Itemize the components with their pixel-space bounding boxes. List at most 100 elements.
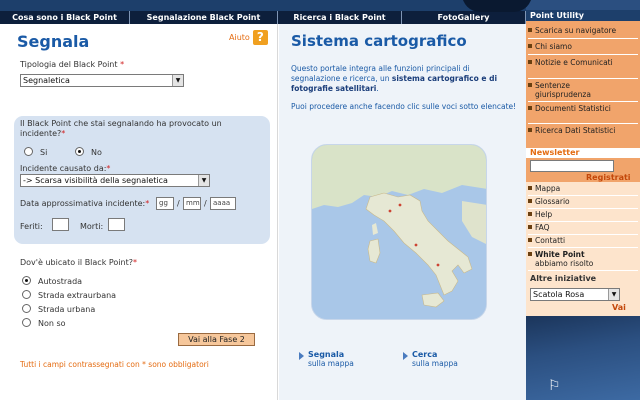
- sidebar-item-label[interactable]: Scarica su navigatore: [535, 26, 616, 35]
- nav-item-fotogallery[interactable]: FotoGallery: [402, 11, 526, 24]
- white-point-title[interactable]: White Point: [535, 250, 585, 259]
- incidente-question: Il Black Point che stai segnalando ha pr…: [20, 119, 222, 138]
- next-phase-button[interactable]: Vai alla Fase 2: [178, 333, 255, 346]
- ubicato-label: Dov'è ubicato il Black Point?: [20, 258, 133, 267]
- bullet-icon: [528, 252, 532, 256]
- date-separator: /: [204, 199, 207, 208]
- tipologia-label: Tipologia del Black Point: [20, 60, 118, 69]
- divider: [528, 101, 638, 102]
- sidebar-item-mappa[interactable]: Mappa: [526, 184, 640, 193]
- sidebar-item-label[interactable]: Notizie e Comunicati: [535, 58, 613, 67]
- altre-select-value: Scatola Rosa: [533, 290, 585, 299]
- divider: [528, 123, 638, 124]
- sidebar-item-help[interactable]: Help: [526, 210, 640, 219]
- person-icon: ⚐: [548, 378, 561, 394]
- link-segnala-title[interactable]: Segnala: [308, 350, 354, 359]
- bullet-icon: [528, 186, 532, 190]
- causa-label-wrap: Incidente causato da:*: [20, 164, 110, 173]
- feriti-label: Feriti:: [20, 222, 43, 231]
- bullet-icon: [528, 60, 532, 64]
- link-cerca-title[interactable]: Cerca: [412, 350, 458, 359]
- causa-value: -> Scarsa visibilità della segnaletica: [23, 176, 168, 185]
- sidebar-item-faq[interactable]: FAQ: [526, 223, 640, 232]
- divider: [528, 247, 638, 248]
- sidebar-item-glossario[interactable]: Glossario: [526, 197, 640, 206]
- sidebar-item-chi-siamo[interactable]: Chi siamo: [526, 42, 640, 51]
- sidebar-item-navigatore[interactable]: Scarica su navigatore: [526, 26, 640, 35]
- bullet-icon: [528, 106, 532, 110]
- required-note: Tutti i campi contrassegnati con * sono …: [20, 360, 209, 369]
- register-link[interactable]: Registrati: [586, 173, 631, 182]
- link-segnala-mappa[interactable]: Segnala sulla mappa: [299, 350, 354, 368]
- sidebar-item-label[interactable]: FAQ: [535, 223, 550, 232]
- instruction-paragraph: Puoi procedere anche facendo clic sulle …: [291, 102, 517, 111]
- sidebar-item-documenti[interactable]: Documenti Statistici: [526, 104, 616, 113]
- bullet-icon: [528, 44, 532, 48]
- center-title: Sistema cartografico: [291, 32, 467, 50]
- sidebar-item-label[interactable]: Chi siamo: [535, 42, 572, 51]
- nav-item-segnalazione[interactable]: Segnalazione Black Point: [130, 11, 278, 24]
- radio-extraurbana[interactable]: [22, 290, 31, 299]
- chevron-down-icon[interactable]: ▼: [608, 289, 619, 300]
- bullet-icon: [528, 212, 532, 216]
- nav-item-cosa-sono[interactable]: Cosa sono i Black Point: [0, 11, 130, 24]
- form-title: Segnala: [17, 32, 90, 51]
- radio-non-so[interactable]: [22, 318, 31, 327]
- morti-input[interactable]: [108, 218, 125, 231]
- radio-no[interactable]: [75, 147, 84, 156]
- divider: [528, 54, 638, 55]
- causa-select[interactable]: -> Scarsa visibilità della segnaletica ▼: [20, 174, 210, 187]
- tipologia-select[interactable]: Segnaletica ▼: [20, 74, 184, 87]
- map-image: [312, 145, 486, 319]
- causa-label: Incidente causato da:: [20, 164, 107, 173]
- altre-title: Altre iniziative: [530, 274, 597, 283]
- sidebar-item-notizie[interactable]: Notizie e Comunicati: [526, 58, 626, 67]
- radio-autostrada[interactable]: [22, 276, 31, 285]
- chevron-down-icon[interactable]: ▼: [172, 75, 183, 86]
- arrow-right-icon: [403, 352, 408, 360]
- question-mark-icon[interactable]: ?: [252, 30, 268, 45]
- link-segnala-sub[interactable]: sulla mappa: [308, 359, 354, 368]
- radio-si[interactable]: [24, 147, 33, 156]
- bullet-icon: [528, 238, 532, 242]
- feriti-input[interactable]: [52, 218, 69, 231]
- sidebar-item-label[interactable]: Ricerca Dati Statistici: [535, 126, 615, 135]
- arrow-right-icon: [299, 352, 304, 360]
- required-mark: *: [145, 199, 150, 208]
- sidebar-item-ricerca-dati[interactable]: Ricerca Dati Statistici: [526, 126, 616, 135]
- day-input[interactable]: gg: [156, 197, 174, 210]
- altre-select[interactable]: Scatola Rosa ▼: [530, 288, 620, 301]
- year-input[interactable]: aaaa: [210, 197, 236, 210]
- radio-urbana[interactable]: [22, 304, 31, 313]
- sidebar-item-label[interactable]: Sentenze giurisprudenza: [535, 81, 591, 99]
- radio-si-label: Si: [40, 148, 48, 157]
- sidebar-item-label[interactable]: Mappa: [535, 184, 560, 193]
- white-point-sub: abbiamo risolto: [535, 259, 594, 268]
- chevron-down-icon[interactable]: ▼: [198, 175, 209, 186]
- vai-button[interactable]: Vai: [612, 303, 626, 312]
- newsletter-email-input[interactable]: [530, 160, 614, 172]
- tipologia-value: Segnaletica: [23, 76, 70, 85]
- sidebar-item-label[interactable]: Glossario: [535, 197, 570, 206]
- utility-title: Point Utility: [526, 10, 640, 21]
- bullet-icon: [528, 225, 532, 229]
- white-point-link[interactable]: White Point: [526, 250, 640, 259]
- help-link[interactable]: Aiuto ?: [229, 30, 268, 45]
- intro-end: .: [376, 84, 379, 93]
- month-input[interactable]: mm: [183, 197, 201, 210]
- intro-paragraph: Questo portale integra alle funzioni pri…: [291, 64, 519, 94]
- link-cerca-mappa[interactable]: Cerca sulla mappa: [403, 350, 458, 368]
- link-cerca-sub[interactable]: sulla mappa: [412, 359, 458, 368]
- help-label[interactable]: Aiuto: [229, 33, 250, 42]
- sidebar-item-sentenze[interactable]: Sentenze giurisprudenza: [526, 81, 626, 99]
- nav-bar: Cosa sono i Black Point Segnalazione Bla…: [0, 11, 526, 24]
- divider: [528, 38, 638, 39]
- report-form-panel: Segnala Aiuto ? Tipologia del Black Poin…: [0, 24, 278, 400]
- nav-item-ricerca[interactable]: Ricerca i Black Point: [278, 11, 402, 24]
- sidebar-item-label[interactable]: Documenti Statistici: [535, 104, 611, 113]
- date-separator: /: [177, 199, 180, 208]
- sidebar-item-contatti[interactable]: Contatti: [526, 236, 640, 245]
- sidebar-item-label[interactable]: Contatti: [535, 236, 565, 245]
- italy-map[interactable]: [311, 144, 487, 320]
- sidebar-item-label[interactable]: Help: [535, 210, 552, 219]
